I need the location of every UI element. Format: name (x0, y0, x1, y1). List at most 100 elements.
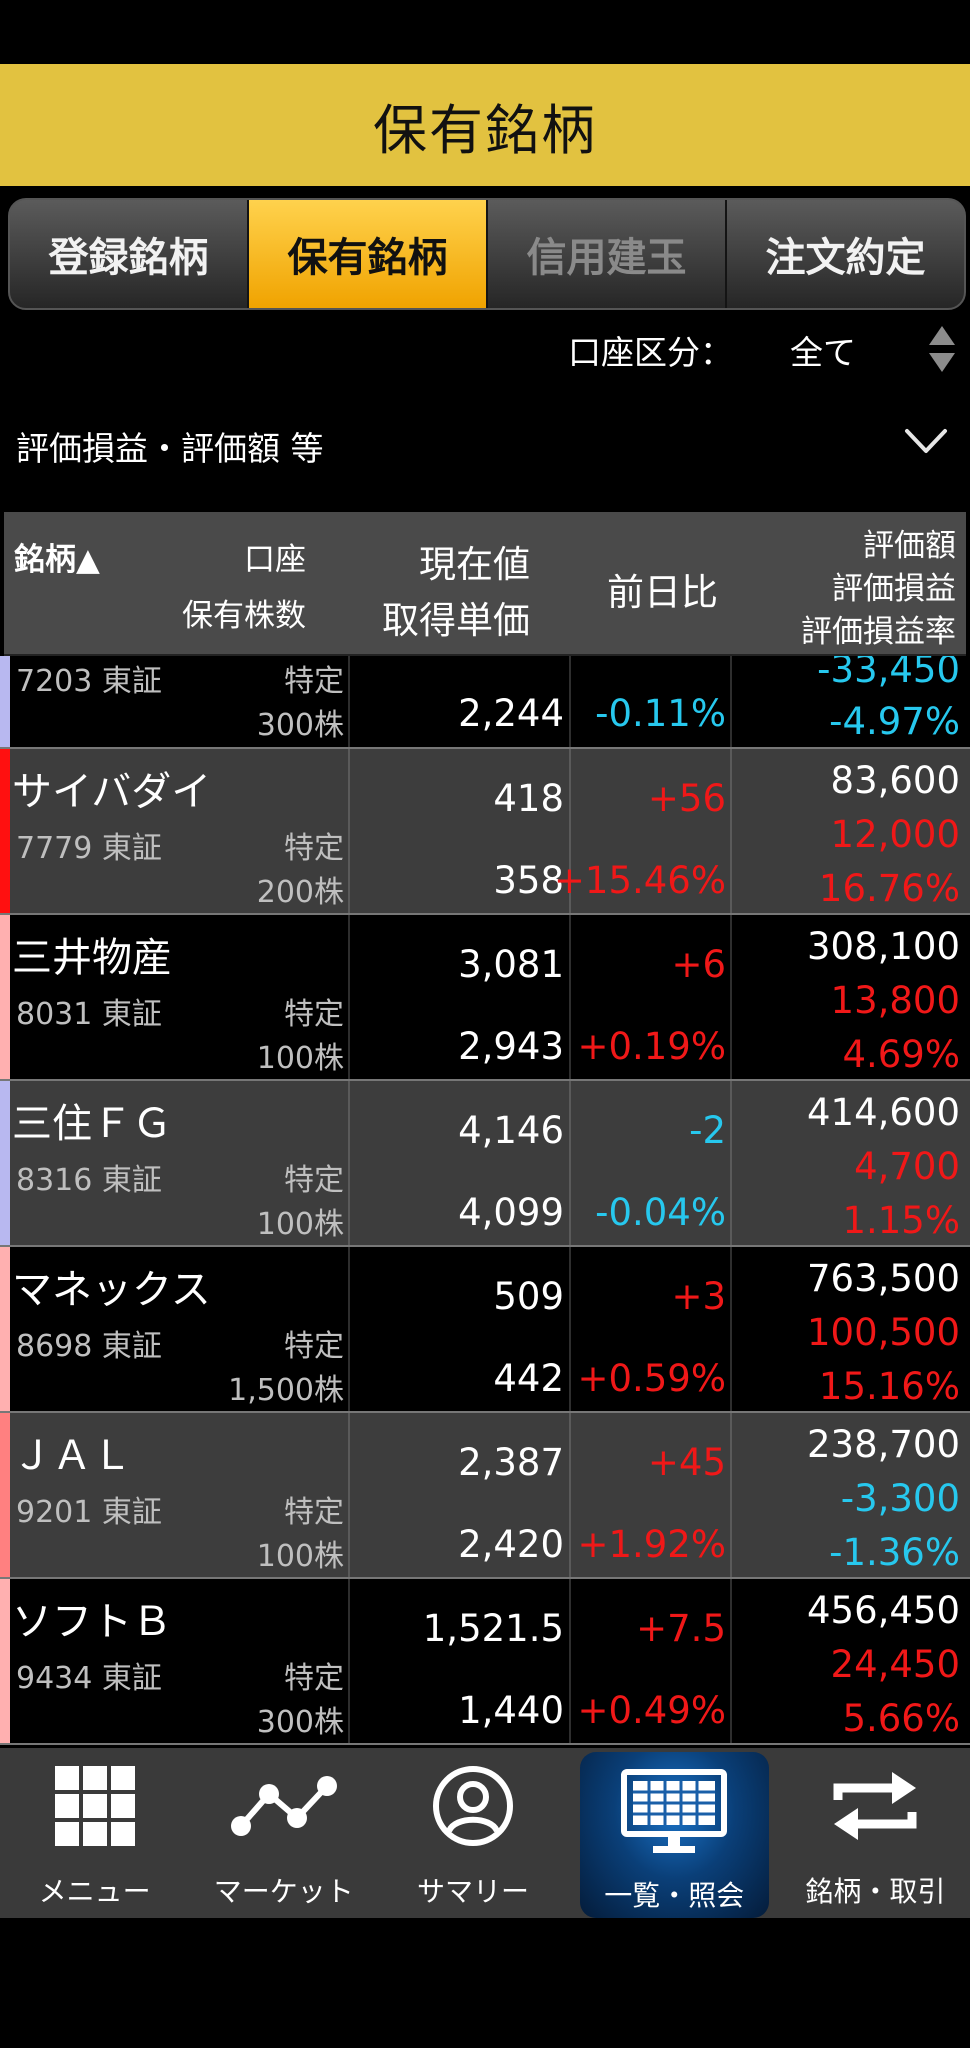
row-marker (0, 1413, 10, 1577)
change-pct: -0.11% (595, 692, 726, 735)
market-value: 414,600 (806, 1091, 960, 1134)
row-marker (0, 1081, 10, 1245)
table-row[interactable]: サイバダイ 7779 東証 特定 200株 418 358 +56 +15.46… (0, 749, 970, 915)
col-account: 口座 (244, 542, 306, 578)
stock-name: サイバダイ (12, 769, 212, 815)
col-pl-rate: 評価損益率 (801, 614, 956, 650)
monitor-table-icon (621, 1769, 728, 1853)
table-row[interactable]: 7203 東証 特定 300株 2,244 -0.11% -33,450 -4.… (0, 656, 970, 749)
shares-held: 100株 (256, 1207, 344, 1242)
market-value: 308,100 (806, 925, 960, 968)
profit-loss-rate: 1.15% (842, 1199, 960, 1242)
account-filter[interactable]: 口座区分： 全て (0, 318, 970, 378)
holdings-list: 7203 東証 特定 300株 2,244 -0.11% -33,450 -4.… (0, 656, 970, 1746)
profit-loss-rate: 5.66% (842, 1697, 960, 1740)
profit-loss: 13,800 (830, 979, 960, 1022)
account-filter-label: 口座区分： (568, 333, 733, 372)
tab-orders[interactable]: 注文約定 (727, 200, 964, 308)
display-selector[interactable]: 評価損益・評価額 等 (0, 412, 970, 472)
row-marker (0, 1579, 10, 1743)
change: +45 (647, 1441, 726, 1484)
current-price: 509 (493, 1275, 564, 1318)
shares-held: 200株 (256, 875, 344, 910)
change: -2 (689, 1109, 726, 1152)
current-price: 418 (493, 777, 564, 820)
nav-summary-label: サマリー (417, 1875, 530, 1908)
nav-summary[interactable]: サマリー (378, 1748, 567, 1918)
shares-held: 300株 (256, 1705, 344, 1740)
account-filter-value[interactable]: 全て (790, 326, 856, 374)
profit-loss-rate: 15.16% (818, 1365, 960, 1408)
profit-loss-rate: -1.36% (829, 1531, 960, 1574)
change: +56 (647, 777, 726, 820)
account-type: 特定 (284, 1163, 344, 1198)
tab-registered[interactable]: 登録銘柄 (10, 200, 249, 308)
stock-name: ＪＡＬ (12, 1433, 132, 1479)
col-shares: 保有株数 (182, 598, 306, 634)
cost-price: 2,420 (458, 1523, 564, 1566)
nav-market[interactable]: マーケット (189, 1748, 378, 1918)
table-row[interactable]: ＪＡＬ 9201 東証 特定 100株 2,387 2,420 +45 +1.9… (0, 1413, 970, 1579)
change: +6 (671, 943, 726, 986)
stock-code: 9434 東証 (16, 1661, 162, 1696)
change-pct: +0.19% (577, 1025, 726, 1068)
change-pct: -0.04% (595, 1191, 726, 1234)
tab-margin: 信用建玉 (488, 200, 727, 308)
stock-name: 三住ＦＧ (12, 1101, 172, 1147)
chevron-down-icon[interactable] (904, 426, 948, 456)
nav-list-inquiry-label: 一覧・照会 (604, 1879, 745, 1912)
col-symbol[interactable]: 銘柄▲ (14, 534, 100, 579)
market-value: 83,600 (830, 759, 960, 802)
table-row[interactable]: 三井物産 8031 東証 特定 100株 3,081 2,943 +6 +0.1… (0, 915, 970, 1081)
sort-updown-icon[interactable] (928, 324, 956, 374)
current-price: 2,387 (458, 1441, 564, 1484)
profit-loss: -3,300 (840, 1477, 960, 1520)
stock-name: ソフトＢ (12, 1599, 172, 1645)
current-price: 4,146 (458, 1109, 564, 1152)
stock-code: 7779 東証 (16, 831, 162, 866)
table-row[interactable]: マネックス 8698 東証 特定 1,500株 509 442 +3 +0.59… (0, 1247, 970, 1413)
row-marker (0, 749, 10, 913)
stock-name: マネックス (12, 1267, 211, 1313)
table-row[interactable]: 三住ＦＧ 8316 東証 特定 100株 4,146 4,099 -2 -0.0… (0, 1081, 970, 1247)
shares-held: 300株 (256, 708, 344, 743)
nav-list-inquiry[interactable]: 一覧・照会 (579, 1752, 769, 1918)
account-type: 特定 (284, 1661, 344, 1696)
display-selector-label: 評価損益・評価額 等 (16, 429, 324, 468)
nav-stock-trade[interactable]: 銘柄・取引 (781, 1748, 970, 1918)
profit-loss: 24,450 (830, 1643, 960, 1686)
profit-loss: 12,000 (830, 813, 960, 856)
profit-loss: 4,700 (854, 1145, 960, 1188)
row-marker (0, 915, 10, 1079)
stock-code: 8031 東証 (16, 997, 162, 1032)
swap-arrows-icon (833, 1772, 917, 1840)
tab-holdings[interactable]: 保有銘柄 (249, 200, 488, 308)
col-market-value: 評価額 (863, 528, 956, 564)
shares-held: 1,500株 (228, 1373, 344, 1408)
cost-price: 1,440 (458, 1689, 564, 1732)
cost-price: 2,244 (458, 692, 564, 735)
user-circle-icon (433, 1766, 513, 1846)
bottom-nav: メニュー マーケット サマリー 一覧・照会 銘柄・取引 (0, 1748, 970, 1918)
nav-menu[interactable]: メニュー (0, 1748, 189, 1918)
change-pct: +0.49% (577, 1689, 726, 1732)
grid-icon (54, 1766, 135, 1846)
cost-price: 442 (493, 1357, 564, 1400)
stock-code: 8316 東証 (16, 1163, 162, 1198)
change-pct: +1.92% (577, 1523, 726, 1566)
stock-code: 8698 東証 (16, 1329, 162, 1364)
col-cost: 取得単価 (382, 599, 530, 642)
change: +3 (671, 1275, 726, 1318)
current-price: 3,081 (458, 943, 564, 986)
profit-loss-rate: 16.76% (818, 867, 960, 910)
nav-menu-label: メニュー (38, 1875, 151, 1908)
cost-price: 2,943 (458, 1025, 564, 1068)
nav-market-label: マーケット (213, 1875, 354, 1908)
account-type: 特定 (284, 831, 344, 866)
account-type: 特定 (284, 997, 344, 1032)
stock-name: 三井物産 (12, 935, 172, 981)
table-row[interactable]: ソフトＢ 9434 東証 特定 300株 1,521.5 1,440 +7.5 … (0, 1579, 970, 1745)
segment-tabs: 登録銘柄 保有銘柄 信用建玉 注文約定 (8, 198, 966, 310)
profit-loss: 100,500 (806, 1311, 960, 1354)
nav-stock-trade-label: 銘柄・取引 (805, 1875, 946, 1908)
